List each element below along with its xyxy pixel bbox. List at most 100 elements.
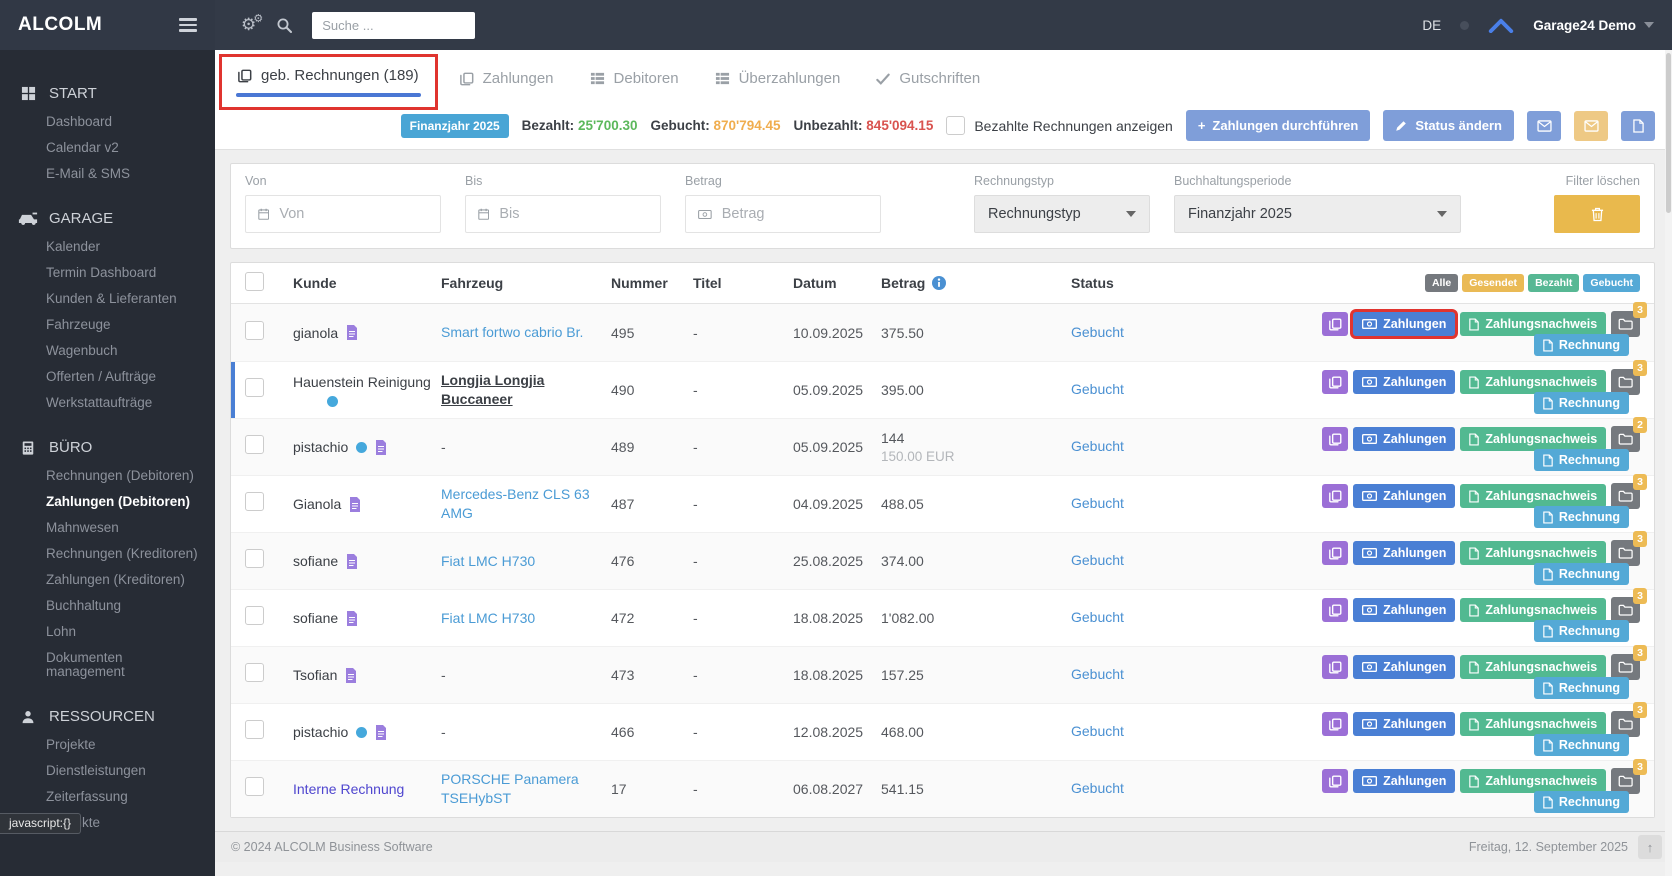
status-link[interactable]: Gebucht (1071, 438, 1124, 454)
sidebar-item-dienstleistungen[interactable]: Dienstleistungen (0, 758, 215, 784)
note-document-icon[interactable] (345, 668, 357, 683)
zahlungen-button[interactable]: Zahlungen (1353, 769, 1455, 793)
row-checkbox[interactable] (245, 606, 264, 625)
duplicate-button[interactable] (1322, 541, 1348, 565)
status-link[interactable]: Gebucht (1071, 495, 1124, 511)
filter-badge-gesendet[interactable]: Gesendet (1462, 274, 1524, 292)
account-menu[interactable]: Garage24 Demo (1533, 18, 1654, 33)
email-reminder-button[interactable] (1574, 111, 1608, 141)
search-input[interactable] (322, 18, 465, 33)
sidebar-section-ressourcen[interactable]: RESSOURCEN (0, 701, 215, 732)
duplicate-button[interactable] (1322, 427, 1348, 451)
vehicle-link[interactable]: Mercedes-Benz CLS 63 AMG (441, 486, 590, 521)
sidebar-item-rechnungen-kreditoren[interactable]: Rechnungen (Kreditoren) (0, 541, 215, 567)
sidebar-item-zeiterfassung[interactable]: Zeiterfassung (0, 784, 215, 810)
table-row[interactable]: Hauenstein Reinigung Longjia Longjia Buc… (231, 361, 1654, 418)
sidebar-item-lohn[interactable]: Lohn (0, 619, 215, 645)
table-row[interactable]: sofiane Fiat LMC H730 476 - 25.08.2025 3… (231, 532, 1654, 589)
table-row[interactable]: pistachio - 489 - 05.09.2025 144 150.00 … (231, 418, 1654, 475)
tab-debitoren[interactable]: Debitoren (572, 54, 697, 99)
sidebar-item-kunden-lieferanten[interactable]: Kunden & Lieferanten (0, 286, 215, 312)
status-link[interactable]: Gebucht (1071, 666, 1124, 682)
sidebar-item-buchhaltung[interactable]: Buchhaltung (0, 593, 215, 619)
status-link[interactable]: Gebucht (1071, 723, 1124, 739)
duplicate-button[interactable] (1322, 484, 1348, 508)
status-link[interactable]: Gebucht (1071, 552, 1124, 568)
rechnung-button[interactable]: Rechnung (1534, 334, 1629, 356)
duplicate-button[interactable] (1322, 312, 1348, 336)
brand-chevron-icon[interactable] (1488, 18, 1514, 33)
customer-name[interactable]: Tsofian (293, 667, 337, 683)
table-row[interactable]: Tsofian - 473 - 18.08.2025 157.25 Gebuch… (231, 646, 1654, 703)
row-checkbox[interactable] (245, 492, 264, 511)
col-betrag[interactable]: Betrag (881, 275, 1071, 291)
hamburger-menu-icon[interactable] (179, 14, 197, 36)
customer-name[interactable]: pistachio (293, 724, 348, 740)
von-date-field[interactable] (245, 195, 441, 233)
note-document-icon[interactable] (346, 554, 358, 569)
sidebar-section-garage[interactable]: GARAGE (0, 203, 215, 234)
tab-zahlungen[interactable]: Zahlungen (442, 54, 572, 99)
zahlungen-button[interactable]: Zahlungen (1353, 427, 1455, 451)
tab-überzahlungen[interactable]: Überzahlungen (697, 54, 859, 99)
row-checkbox[interactable] (245, 777, 264, 796)
table-row[interactable]: pistachio - 466 - 12.08.2025 468.00 Gebu… (231, 703, 1654, 760)
row-checkbox[interactable] (245, 435, 264, 454)
note-document-icon[interactable] (375, 440, 387, 455)
rechnungstyp-select[interactable]: Rechnungstyp (974, 195, 1150, 233)
customer-name[interactable]: Hauenstein Reinigung (293, 374, 431, 390)
sidebar-item-zahlungen-debitoren[interactable]: Zahlungen (Debitoren) (0, 489, 215, 515)
sidebar-item-kalender[interactable]: Kalender (0, 234, 215, 260)
zahlungsnachweis-button[interactable]: Zahlungsnachweis (1460, 712, 1606, 736)
table-row[interactable]: sofiane Fiat LMC H730 472 - 18.08.2025 1… (231, 589, 1654, 646)
filter-badge-gebucht[interactable]: Gebucht (1583, 274, 1640, 292)
sidebar-section-büro[interactable]: BÜRO (0, 432, 215, 463)
show-paid-checkbox[interactable] (946, 116, 965, 135)
row-checkbox[interactable] (245, 321, 264, 340)
table-row[interactable]: gianola Smart fortwo cabrio Br. 495 - 10… (231, 304, 1654, 361)
sidebar-item-offerten-aufträge[interactable]: Offerten / Aufträge (0, 364, 215, 390)
email-button[interactable] (1527, 111, 1561, 141)
zahlungen-button[interactable]: Zahlungen (1353, 484, 1455, 508)
zahlungen-button[interactable]: Zahlungen (1353, 655, 1455, 679)
zahlungsnachweis-button[interactable]: Zahlungsnachweis (1460, 484, 1606, 508)
filter-badge-alle[interactable]: Alle (1425, 274, 1458, 292)
sidebar-item-termin-dashboard[interactable]: Termin Dashboard (0, 260, 215, 286)
sidebar-item-calendar-v2[interactable]: Calendar v2 (0, 135, 215, 161)
customer-name[interactable]: sofiane (293, 610, 338, 626)
zahlungsnachweis-button[interactable]: Zahlungsnachweis (1460, 769, 1606, 793)
scroll-top-button[interactable]: ↑ (1638, 835, 1662, 859)
tab-gutschriften[interactable]: Gutschriften (858, 54, 998, 99)
status-link[interactable]: Gebucht (1071, 780, 1124, 796)
zahlungen-button[interactable]: Zahlungen (1353, 541, 1455, 565)
row-checkbox[interactable] (245, 663, 264, 682)
settings-gears-icon[interactable]: ⚙⚙ (241, 17, 256, 34)
sidebar-item-wagenbuch[interactable]: Wagenbuch (0, 338, 215, 364)
status-link[interactable]: Gebucht (1071, 609, 1124, 625)
zahlungsnachweis-button[interactable]: Zahlungsnachweis (1460, 598, 1606, 622)
row-checkbox[interactable] (245, 720, 264, 739)
language-selector[interactable]: DE (1422, 18, 1441, 33)
export-pdf-button[interactable] (1621, 111, 1655, 141)
bis-date-field[interactable] (465, 195, 661, 233)
zahlungsnachweis-button[interactable]: Zahlungsnachweis (1460, 655, 1606, 679)
vehicle-link[interactable]: Longjia Longjia Buccaneer (441, 372, 544, 407)
col-fahrzeug[interactable]: Fahrzeug (441, 275, 611, 291)
von-input[interactable] (279, 206, 428, 222)
sidebar-item-projekte[interactable]: Projekte (0, 732, 215, 758)
rechnung-button[interactable]: Rechnung (1534, 392, 1629, 414)
col-datum[interactable]: Datum (793, 275, 881, 291)
customer-name[interactable]: sofiane (293, 553, 338, 569)
zahlungen-button[interactable]: Zahlungen (1353, 712, 1455, 736)
tab-geb-rechnungen-189[interactable]: geb. Rechnungen (189) (222, 57, 435, 84)
vehicle-link[interactable]: - (441, 439, 446, 455)
col-kunde[interactable]: Kunde (293, 275, 441, 291)
note-document-icon[interactable] (375, 725, 387, 740)
rechnung-button[interactable]: Rechnung (1534, 620, 1629, 642)
note-document-icon[interactable] (346, 611, 358, 626)
col-titel[interactable]: Titel (693, 275, 793, 291)
customer-name[interactable]: Interne Rechnung (293, 781, 404, 797)
duplicate-button[interactable] (1322, 370, 1348, 394)
status-aendern-button[interactable]: Status ändern (1383, 110, 1514, 141)
row-checkbox[interactable] (245, 549, 264, 568)
